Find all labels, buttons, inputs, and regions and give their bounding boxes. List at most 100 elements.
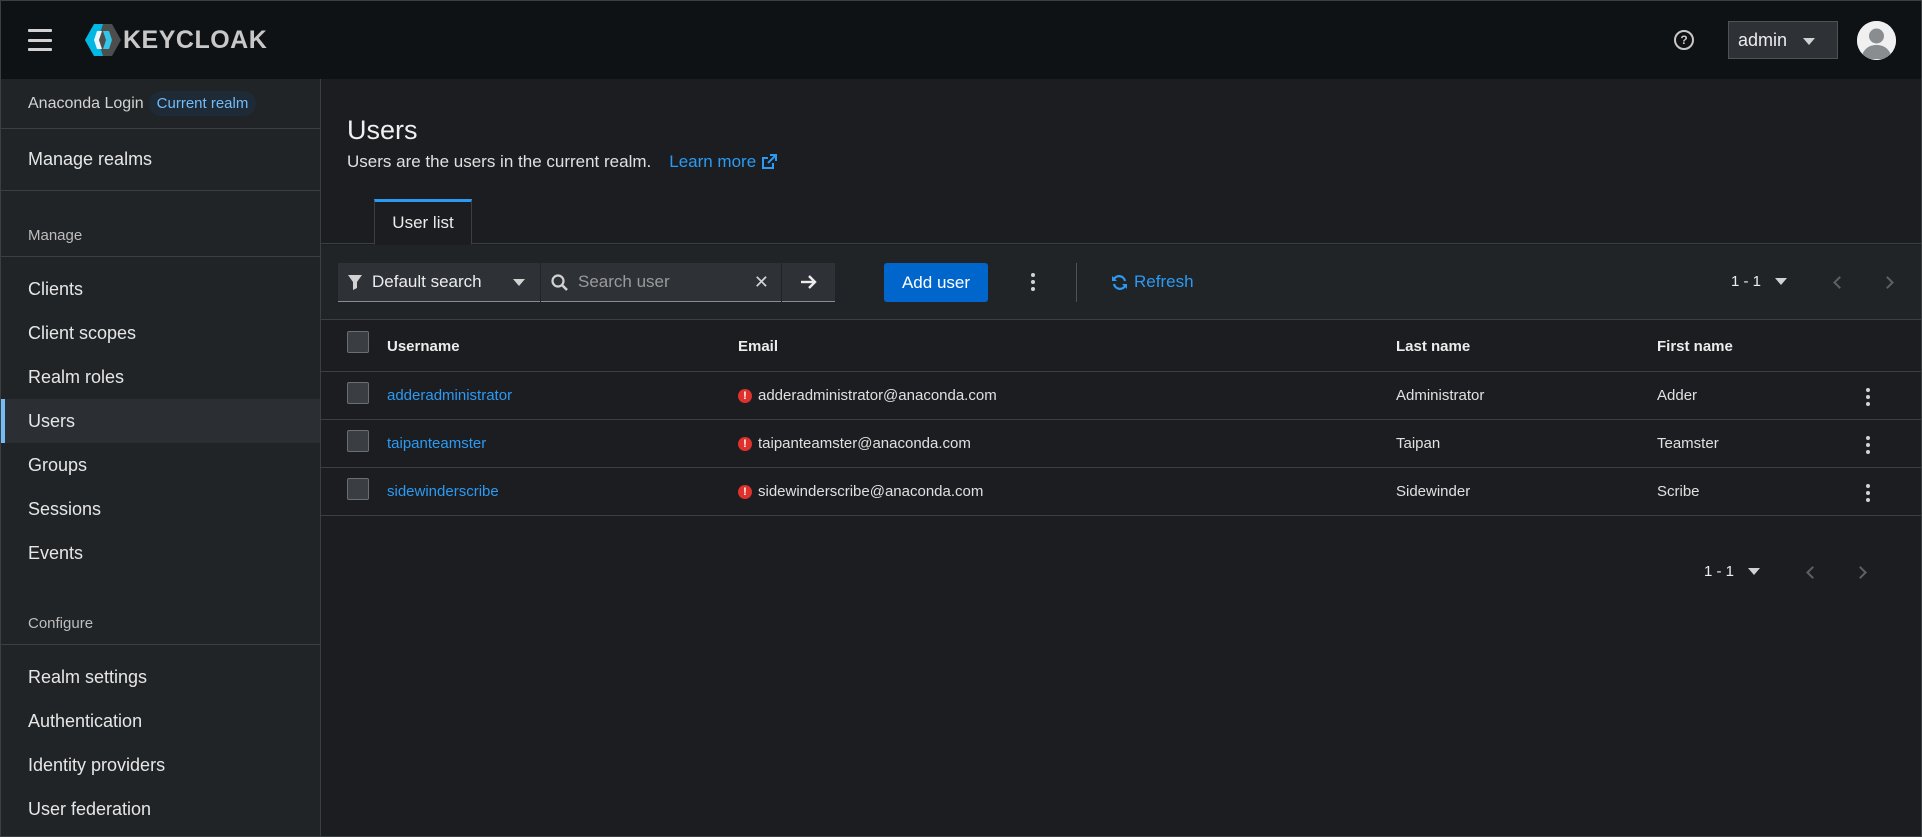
- next-page-icon[interactable]: [1881, 276, 1894, 289]
- table-row: sidewinderscribe ! sidewinderscribe@anac…: [321, 468, 1921, 516]
- toolbar-kebab-icon[interactable]: [1031, 273, 1035, 291]
- nav-section-configure: Configure: [1, 589, 320, 645]
- refresh-icon: [1112, 274, 1127, 290]
- email-text: adderadministrator@anaconda.com: [758, 387, 997, 404]
- users-table: Username Email Last name First name adde…: [321, 321, 1921, 516]
- sidebar-item-realm-settings[interactable]: Realm settings: [1, 655, 320, 699]
- sidebar-item-groups[interactable]: Groups: [1, 443, 320, 487]
- refresh-button[interactable]: Refresh: [1111, 272, 1194, 292]
- learn-more-label: Learn more: [669, 152, 757, 171]
- previous-page-icon[interactable]: [1806, 566, 1819, 579]
- sidebar: Anaconda Login Current realm Manage real…: [1, 79, 321, 836]
- sidebar-item-sessions[interactable]: Sessions: [1, 487, 320, 531]
- toolbar: Default search ✕ Add user: [321, 245, 1921, 320]
- email-text: sidewinderscribe@anaconda.com: [758, 483, 984, 500]
- main-content: Users Users are the users in the current…: [321, 79, 1921, 836]
- search-submit-button[interactable]: [782, 263, 835, 302]
- username-link[interactable]: taipanteamster: [387, 435, 486, 452]
- clear-search-icon[interactable]: ✕: [754, 273, 769, 291]
- sidebar-item-events[interactable]: Events: [1, 531, 320, 575]
- exclamation-circle-icon: !: [738, 388, 752, 403]
- first-name-cell: Teamster: [1657, 435, 1719, 452]
- sidebar-item-realm-roles[interactable]: Realm roles: [1, 355, 320, 399]
- search-box: ✕: [541, 263, 781, 302]
- first-name-cell: Scribe: [1657, 483, 1700, 500]
- first-name-cell: Adder: [1657, 387, 1698, 404]
- table-row: adderadministrator ! adderadministrator@…: [321, 372, 1921, 420]
- filter-icon: [348, 275, 362, 290]
- page-description-text: Users are the users in the current realm…: [347, 152, 652, 171]
- help-icon[interactable]: ?: [1674, 30, 1694, 50]
- arrow-right-icon: [800, 275, 817, 289]
- toolbar-divider: [1076, 263, 1077, 302]
- keycloak-logo[interactable]: KEYCLOAK: [85, 23, 267, 57]
- email-cell: ! taipanteamster@anaconda.com: [738, 435, 971, 452]
- last-name-cell: Taipan: [1396, 435, 1441, 452]
- sidebar-item-manage-realms[interactable]: Manage realms: [1, 129, 320, 191]
- table-header: Username Email Last name First name: [321, 321, 1921, 372]
- last-name-cell: Sidewinder: [1396, 483, 1471, 500]
- realm-name: Anaconda Login: [28, 94, 144, 112]
- sidebar-item-users[interactable]: Users: [1, 399, 320, 443]
- username-link[interactable]: sidewinderscribe: [387, 483, 499, 500]
- last-name-cell: Administrator: [1396, 387, 1485, 404]
- pagination-range[interactable]: 1 - 1: [1731, 273, 1761, 290]
- exclamation-circle-icon: !: [738, 484, 752, 499]
- refresh-label: Refresh: [1134, 272, 1194, 291]
- learn-more-link[interactable]: Learn more: [669, 152, 778, 172]
- row-kebab-icon[interactable]: [1866, 436, 1870, 454]
- sidebar-item-client-scopes[interactable]: Client scopes: [1, 311, 320, 355]
- caret-down-icon: [1803, 38, 1815, 45]
- sidebar-item-clients[interactable]: Clients: [1, 267, 320, 311]
- page-title: Users: [347, 115, 418, 145]
- avatar[interactable]: [1857, 21, 1896, 60]
- row-checkbox[interactable]: [347, 430, 369, 452]
- logo-text: KEYCLOAK: [123, 25, 268, 54]
- user-menu-dropdown[interactable]: admin: [1728, 21, 1838, 59]
- keycloak-logo-icon: [85, 24, 121, 56]
- email-cell: ! adderadministrator@anaconda.com: [738, 387, 997, 404]
- table-row: taipanteamster ! taipanteamster@anaconda…: [321, 420, 1921, 468]
- caret-down-icon: [513, 279, 525, 286]
- caret-down-icon[interactable]: [1775, 278, 1788, 285]
- tabs: User list: [321, 199, 1921, 245]
- column-header-last-name[interactable]: Last name: [1396, 338, 1470, 355]
- realm-selector[interactable]: Anaconda Login Current realm: [1, 79, 320, 129]
- sidebar-item-identity-providers[interactable]: Identity providers: [1, 743, 320, 787]
- next-page-icon[interactable]: [1854, 566, 1867, 579]
- sidebar-item-authentication[interactable]: Authentication: [1, 699, 320, 743]
- masthead: KEYCLOAK ? admin: [1, 1, 1921, 79]
- pagination-range[interactable]: 1 - 1: [1704, 563, 1734, 580]
- username-link[interactable]: adderadministrator: [387, 387, 512, 404]
- search-input[interactable]: [578, 272, 753, 292]
- email-text: taipanteamster@anaconda.com: [758, 435, 971, 452]
- hamburger-menu-icon[interactable]: [28, 29, 52, 51]
- bottom-pagination: 1 - 1: [1704, 563, 1761, 580]
- nav-section-manage: Manage: [1, 191, 320, 257]
- previous-page-icon[interactable]: [1833, 276, 1846, 289]
- external-link-icon: [762, 154, 778, 169]
- tab-user-list[interactable]: User list: [374, 199, 472, 245]
- search-type-label: Default search: [372, 272, 482, 291]
- select-all-checkbox[interactable]: [347, 331, 369, 353]
- page-description: Users are the users in the current realm…: [347, 152, 1921, 172]
- user-menu-label: admin: [1738, 29, 1788, 50]
- search-type-select[interactable]: Default search: [338, 263, 540, 302]
- exclamation-circle-icon: !: [738, 436, 752, 451]
- row-kebab-icon[interactable]: [1866, 484, 1870, 502]
- user-avatar-icon: [1857, 21, 1896, 60]
- column-header-username[interactable]: Username: [387, 338, 460, 355]
- row-checkbox[interactable]: [347, 478, 369, 500]
- sidebar-item-user-federation[interactable]: User federation: [1, 787, 320, 831]
- search-icon: [551, 273, 568, 291]
- add-user-button[interactable]: Add user: [884, 263, 988, 302]
- column-header-first-name[interactable]: First name: [1657, 338, 1733, 355]
- page-header: Users Users are the users in the current…: [321, 79, 1921, 199]
- column-header-email[interactable]: Email: [738, 338, 778, 355]
- top-pagination: 1 - 1: [1731, 273, 1788, 290]
- row-kebab-icon[interactable]: [1866, 388, 1870, 406]
- caret-down-icon[interactable]: [1748, 568, 1761, 575]
- current-realm-badge: Current realm: [148, 91, 257, 116]
- email-cell: ! sidewinderscribe@anaconda.com: [738, 483, 983, 500]
- row-checkbox[interactable]: [347, 382, 369, 404]
